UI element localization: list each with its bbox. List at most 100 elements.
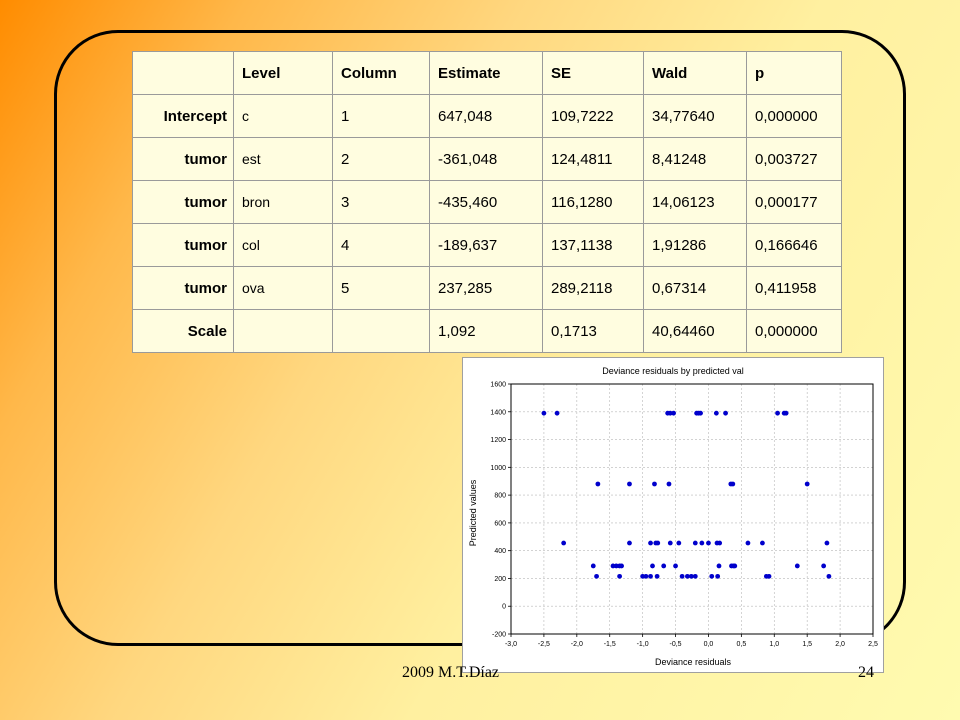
p-cell: 0,000000 (746, 94, 842, 138)
table-header-row: Level Column Estimate SE Wald p (132, 51, 842, 95)
scatter-point (561, 540, 567, 546)
scatter-point (655, 540, 661, 546)
scatter-point (824, 540, 830, 546)
x-tick-label: -3,0 (505, 641, 517, 648)
wald-cell: 0,67314 (643, 266, 747, 310)
x-axis-label: Deviance residuals (655, 657, 732, 667)
chart-grid (510, 383, 874, 635)
x-tick-label: -1,0 (637, 641, 649, 648)
scatter-point (732, 563, 738, 569)
scatter-point (706, 540, 711, 546)
scatter-point (654, 573, 660, 579)
y-tick-label: 1200 (490, 437, 506, 444)
header-cell: p (746, 51, 842, 95)
y-tick-label: 400 (494, 548, 506, 555)
scatter-point (783, 410, 789, 416)
scatter-point (676, 540, 682, 546)
table-row: tumor est 2 -361,048 124,4811 8,41248 0,… (132, 137, 842, 181)
estimate-cell: 237,285 (429, 266, 543, 310)
level-cell (233, 309, 333, 353)
footer-author: 2009 M.T.Díaz (402, 664, 500, 681)
header-cell: Wald (643, 51, 747, 95)
p-cell: 0,003727 (746, 137, 842, 181)
scatter-point (671, 410, 676, 416)
wald-cell: 1,91286 (643, 223, 747, 267)
scatter-point (745, 540, 751, 546)
y-tick-label: 600 (494, 520, 506, 527)
scatter-point (627, 540, 632, 546)
x-tick-label: 0,0 (704, 641, 714, 648)
x-tick-label: 2,5 (868, 641, 878, 648)
scatter-point (804, 481, 810, 487)
chart-title: Deviance residuals by predicted val (602, 366, 744, 376)
table-row: tumor ova 5 237,285 289,2118 0,67314 0,4… (132, 266, 842, 310)
level-cell: est (233, 137, 333, 181)
y-tick-label: 0 (502, 604, 506, 611)
scatter-point (692, 540, 698, 546)
scatter-point (541, 410, 547, 416)
y-tick-label: 1000 (490, 465, 506, 472)
scatter-point (679, 573, 685, 579)
scatter-point (760, 540, 765, 546)
scatter-point (715, 573, 721, 579)
scatter-point (821, 563, 827, 569)
scatter-point (692, 573, 698, 579)
estimate-cell: -435,460 (429, 180, 543, 224)
chart-ticks: -3,0 -2,5 -2,0 -1,5 -1,0 -0,5 0,0 0,5 1,0 1,5 2,0 2… (490, 382, 878, 649)
estimate-cell: 647,048 (429, 94, 543, 138)
x-tick-label: 1,5 (802, 641, 812, 648)
scatter-point (652, 481, 657, 487)
scatter-point (826, 573, 832, 579)
p-cell: 0,411958 (746, 266, 842, 310)
y-tick-label: -200 (492, 632, 506, 639)
y-tick-label: 200 (494, 576, 506, 583)
scatter-chart-panel: Deviance residuals by predicted val -3,0… (462, 357, 884, 673)
x-tick-label: 2,0 (835, 641, 845, 648)
level-cell: c (233, 94, 333, 138)
effect-cell: tumor (132, 223, 234, 267)
se-cell: 109,7222 (542, 94, 644, 138)
table-row: tumor col 4 -189,637 137,1138 1,91286 0,… (132, 223, 842, 267)
x-tick-label: 1,0 (769, 641, 779, 648)
scatter-chart: Deviance residuals by predicted val -3,0… (468, 366, 878, 667)
table-row: Intercept c 1 647,048 109,7222 34,77640 … (132, 94, 842, 138)
effect-cell: Scale (132, 309, 234, 353)
scatter-point (666, 481, 672, 487)
table-row: tumor bron 3 -435,460 116,1280 14,06123 … (132, 180, 842, 224)
scatter-point (594, 573, 599, 579)
level-cell: bron (233, 180, 333, 224)
scatter-point (730, 481, 736, 487)
wald-cell: 8,41248 (643, 137, 747, 181)
estimate-cell: 1,092 (429, 309, 543, 353)
scatter-point (699, 540, 705, 546)
x-tick-label: -2,0 (571, 641, 583, 648)
scatter-point (627, 481, 632, 487)
x-tick-label: -1,5 (604, 641, 616, 648)
scatter-point (698, 410, 703, 416)
estimate-cell: -361,048 (429, 137, 543, 181)
column-cell: 2 (332, 137, 430, 181)
scatter-point (617, 573, 622, 579)
estimate-cell: -189,637 (429, 223, 543, 267)
x-tick-label: -0,5 (670, 641, 682, 648)
scatter-point (650, 563, 655, 569)
effect-cell: tumor (132, 180, 234, 224)
header-cell (132, 51, 234, 95)
scatter-point (643, 573, 649, 579)
scatter-point (717, 540, 723, 546)
header-cell: Level (233, 51, 333, 95)
se-cell: 289,2118 (542, 266, 644, 310)
scatter-point (713, 410, 719, 416)
column-cell: 5 (332, 266, 430, 310)
scatter-point (723, 410, 728, 416)
x-tick-label: 0,5 (736, 641, 746, 648)
p-cell: 0,166646 (746, 223, 842, 267)
footer-page-number: 24 (858, 664, 874, 681)
wald-cell: 14,06123 (643, 180, 747, 224)
y-axis-label: Predicted values (468, 479, 478, 546)
table-row: Scale 1,092 0,1713 40,64460 0,000000 (132, 309, 842, 353)
column-cell (332, 309, 430, 353)
scatter-point (794, 563, 800, 569)
se-cell: 124,4811 (542, 137, 644, 181)
effect-cell: tumor (132, 137, 234, 181)
